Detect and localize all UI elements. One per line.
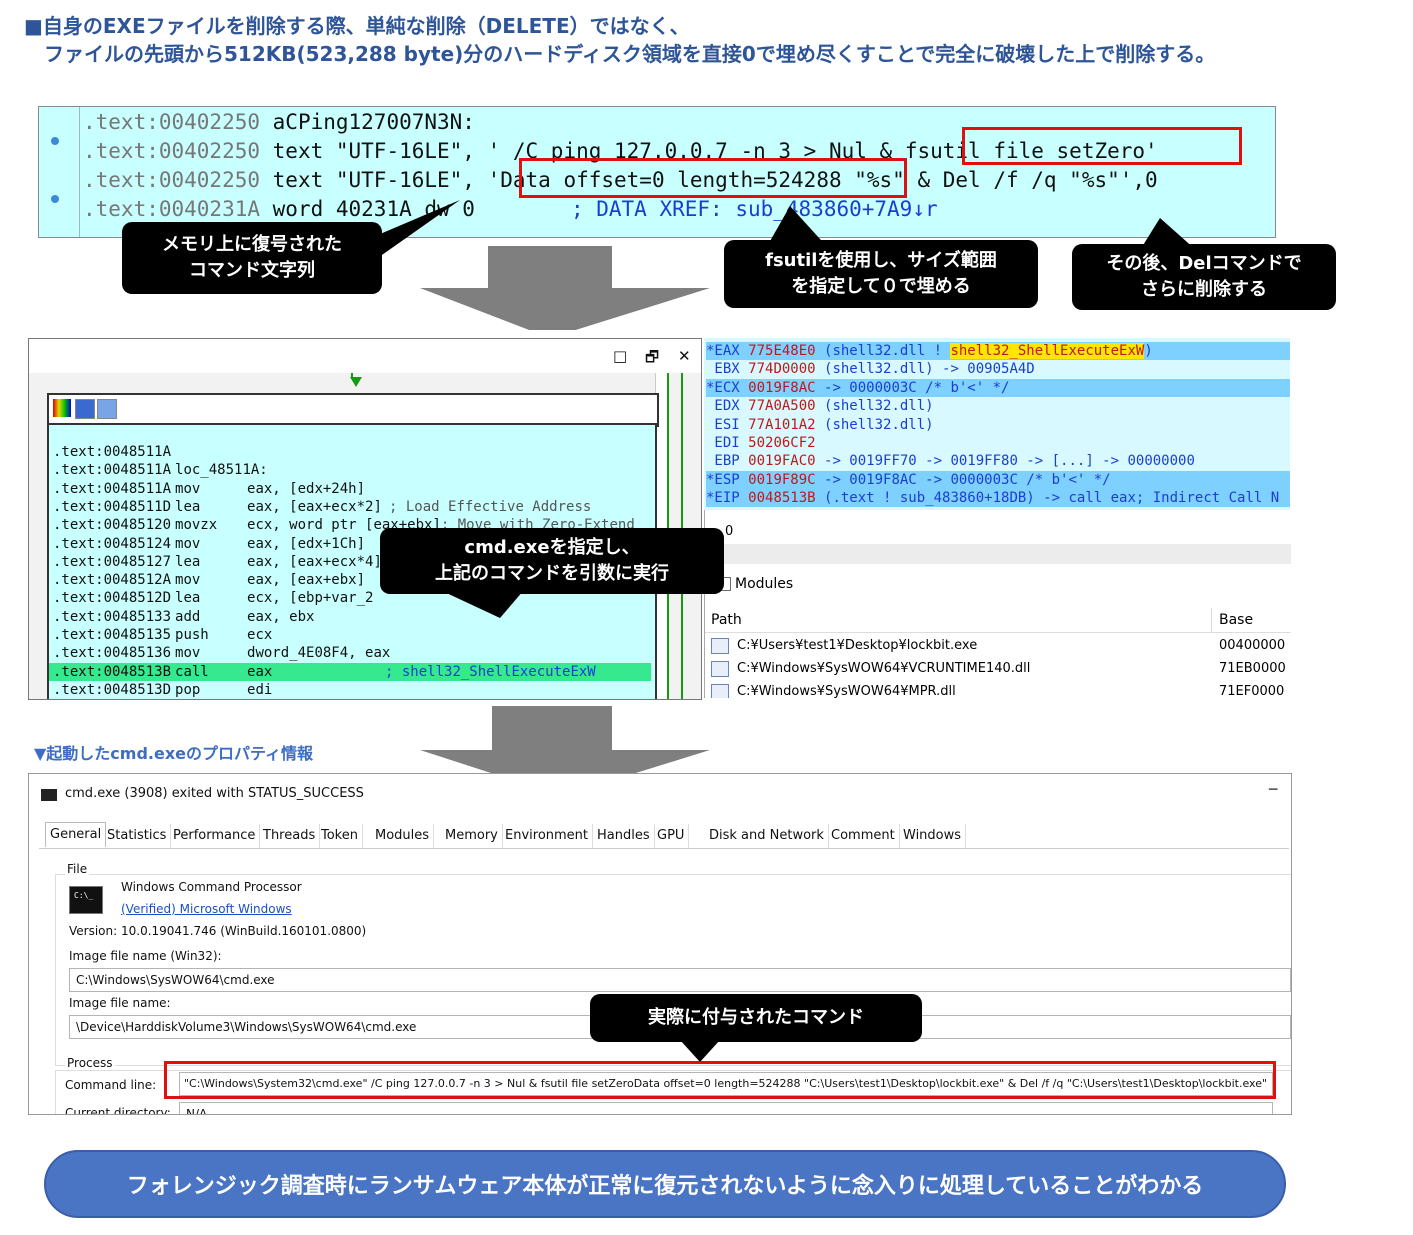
- actual-callout-pointer: [680, 1040, 720, 1062]
- current-directory-field[interactable]: N/A: [179, 1102, 1273, 1114]
- current-directory-label: Current directory:: [65, 1106, 171, 1115]
- conclusion-banner: フォレンジック調査時にランサムウェア本体が正常に復元されないように念入りに処理し…: [44, 1150, 1286, 1218]
- command-line-label: Command line:: [65, 1078, 157, 1092]
- callout-actual-command: 実際に付与されたコマンド: [590, 994, 922, 1042]
